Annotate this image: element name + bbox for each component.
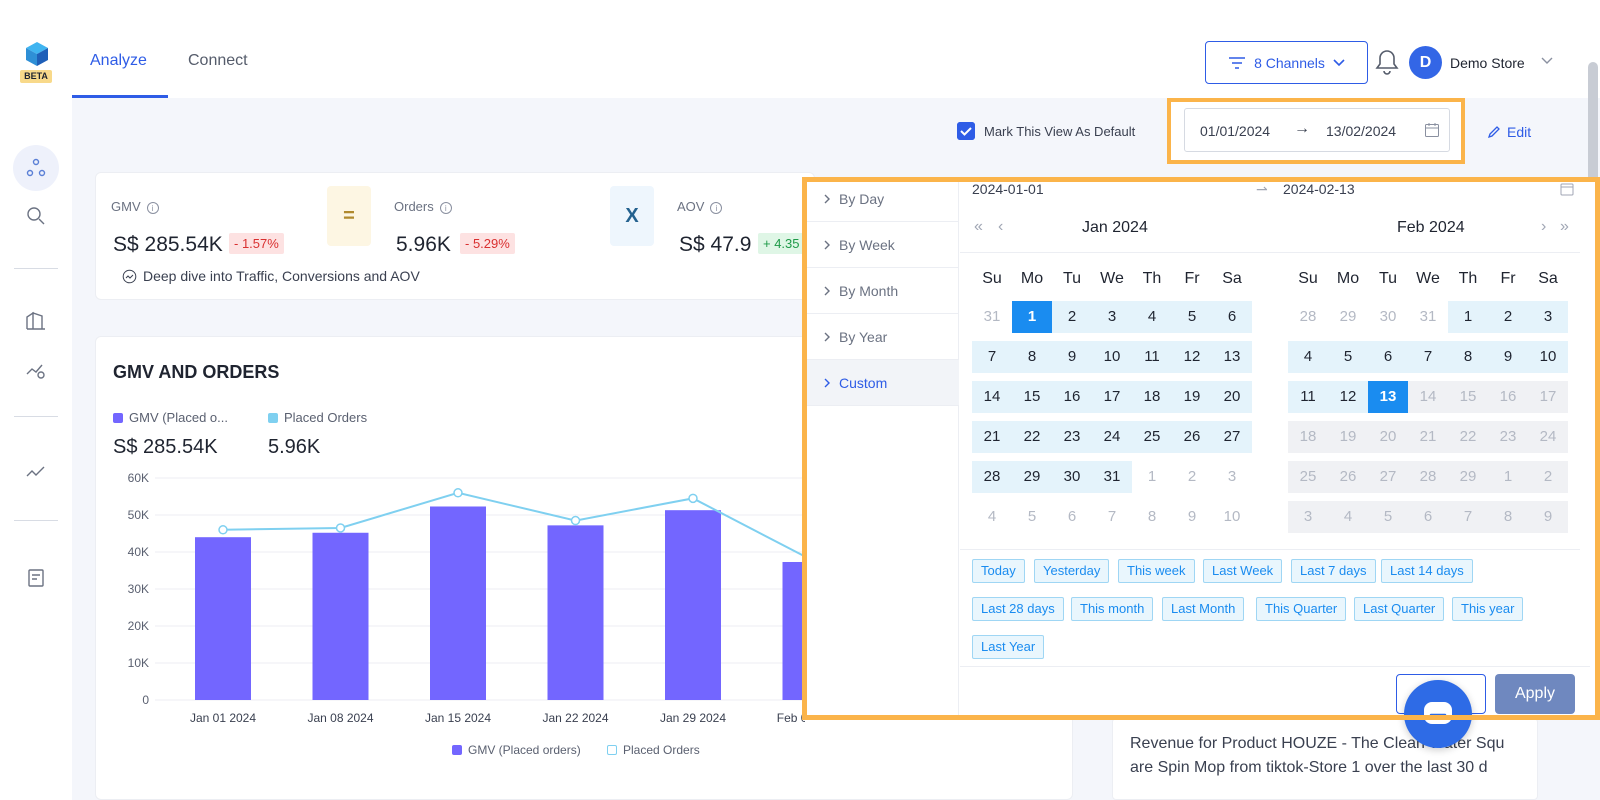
trend-search-icon[interactable] — [24, 358, 48, 382]
chevron-down-icon — [1333, 58, 1345, 66]
chart-title: GMV AND ORDERS — [113, 362, 280, 382]
legend-swatch — [607, 745, 617, 755]
y-tick-label: 40K — [128, 545, 149, 559]
y-tick-label: 60K — [128, 471, 149, 485]
pencil-icon — [1487, 126, 1500, 139]
gmv-bar[interactable] — [312, 532, 369, 700]
gmv-bar[interactable] — [430, 506, 486, 700]
default-view-label: Mark This View As Default — [984, 124, 1136, 139]
gmv-orders-chart: 0 10K 20K 30K 40K 50K 60K Jan 01 2024 Jan 08 202… — [128, 471, 805, 725]
x-tick-label: Jan 01 2024 — [190, 711, 256, 725]
info-icon[interactable]: i — [439, 201, 452, 214]
edit-button[interactable]: Edit — [1487, 124, 1531, 140]
avatar[interactable]: D — [1409, 46, 1442, 79]
legend-orders-label: Placed Orders — [284, 410, 368, 425]
orders-point[interactable] — [688, 493, 698, 504]
channels-filter-button[interactable]: 8 Channels — [1205, 41, 1368, 84]
equals-sign: = — [327, 186, 371, 246]
gmv-bar[interactable] — [195, 537, 251, 700]
app-logo[interactable]: BETA — [18, 40, 54, 86]
legend-swatch — [113, 412, 123, 423]
deep-dive-label: Deep dive into Traffic, Conversions and … — [143, 268, 420, 284]
deep-dive-link[interactable]: Deep dive into Traffic, Conversions and … — [122, 268, 420, 284]
x-tick-label: Jan 29 2024 — [660, 711, 726, 725]
legend-orders[interactable]: Placed Orders — [268, 410, 367, 425]
sidebar-divider — [14, 268, 58, 269]
legend-bottom-gmv-label: GMV (Placed orders) — [468, 743, 581, 757]
active-tab-indicator — [72, 95, 168, 98]
x-tick-label: Feb 05 2024 — [777, 711, 805, 725]
nodes-icon[interactable] — [24, 156, 48, 180]
legend-swatch — [268, 412, 278, 423]
top-bar: BETA Analyze Connect 8 Channels D Demo S… — [0, 0, 1600, 98]
orders-point[interactable] — [570, 515, 581, 526]
edit-label: Edit — [1507, 124, 1532, 140]
gmv-value: S$ 285.54K — [113, 233, 223, 256]
legend-bottom-orders-label: Placed Orders — [623, 743, 700, 757]
date-from-value[interactable]: 01/01/2024 — [1200, 123, 1270, 139]
info-icon[interactable]: i — [710, 201, 723, 214]
buildings-icon[interactable] — [24, 308, 48, 332]
cube-logo-icon — [26, 42, 48, 66]
x-tick-label: Jan 15 2024 — [425, 711, 491, 725]
x-tick-label: Jan 22 2024 — [542, 711, 608, 725]
chevron-down-icon[interactable] — [1540, 54, 1554, 68]
bell-icon[interactable] — [1374, 48, 1400, 76]
orders-point[interactable] — [335, 523, 346, 533]
legend-gmv-label: GMV (Placed o... — [129, 410, 228, 425]
aov-change-badge: + 4.35 — [758, 233, 805, 254]
date-range-arrow: → — [1294, 120, 1310, 137]
orders-value: 5.96K — [396, 233, 451, 256]
calendar-icon[interactable] — [1424, 122, 1440, 138]
x-tick-label: Jan 08 2024 — [307, 711, 373, 725]
gmv-label: GMV i — [111, 199, 159, 214]
channels-label: 8 Channels — [1254, 54, 1325, 71]
legend-swatch — [452, 745, 462, 755]
sidebar-divider — [14, 520, 58, 521]
legend-bottom-gmv[interactable]: GMV (Placed orders) — [452, 743, 581, 757]
left-sidebar — [0, 98, 72, 800]
store-name[interactable]: Demo Store — [1450, 55, 1525, 71]
orders-total: 5.96K — [268, 436, 321, 458]
default-view-checkbox[interactable] — [957, 122, 975, 140]
gmv-total: S$ 285.54K — [113, 436, 218, 458]
chart-circle-icon — [122, 269, 137, 283]
tab-connect[interactable]: Connect — [188, 52, 248, 70]
orders-change-badge: - 5.29% — [460, 233, 515, 254]
y-tick-label: 20K — [128, 619, 149, 633]
tab-analyze[interactable]: Analyze — [90, 52, 147, 70]
y-tick-label: 10K — [128, 656, 149, 670]
aov-value: S$ 47.9 — [679, 233, 752, 256]
orders-label: Orders i — [394, 199, 452, 214]
date-to-value[interactable]: 13/02/2024 — [1326, 123, 1396, 139]
gmv-change-badge: - 1.57% — [229, 233, 284, 254]
sidebar-divider — [14, 416, 58, 417]
aov-label: AOV i — [677, 199, 723, 214]
y-tick-label: 0 — [142, 693, 149, 707]
legend-bottom-orders[interactable]: Placed Orders — [607, 743, 700, 757]
beta-badge: BETA — [20, 70, 52, 83]
line-chart-icon[interactable] — [24, 460, 48, 484]
date-picker-highlight — [802, 177, 1600, 720]
multiply-sign: X — [610, 186, 654, 246]
orders-point[interactable] — [453, 488, 463, 498]
gmv-bar[interactable] — [547, 525, 604, 700]
report-icon[interactable] — [24, 566, 48, 590]
gmv-bar[interactable] — [665, 510, 721, 700]
search-chart-icon[interactable] — [24, 204, 48, 228]
legend-gmv[interactable]: GMV (Placed o... — [113, 410, 228, 425]
orders-point[interactable] — [218, 525, 228, 535]
filter-icon — [1229, 56, 1246, 69]
y-tick-label: 30K — [128, 582, 149, 596]
info-icon[interactable]: i — [146, 201, 159, 214]
y-tick-label: 50K — [128, 508, 149, 522]
